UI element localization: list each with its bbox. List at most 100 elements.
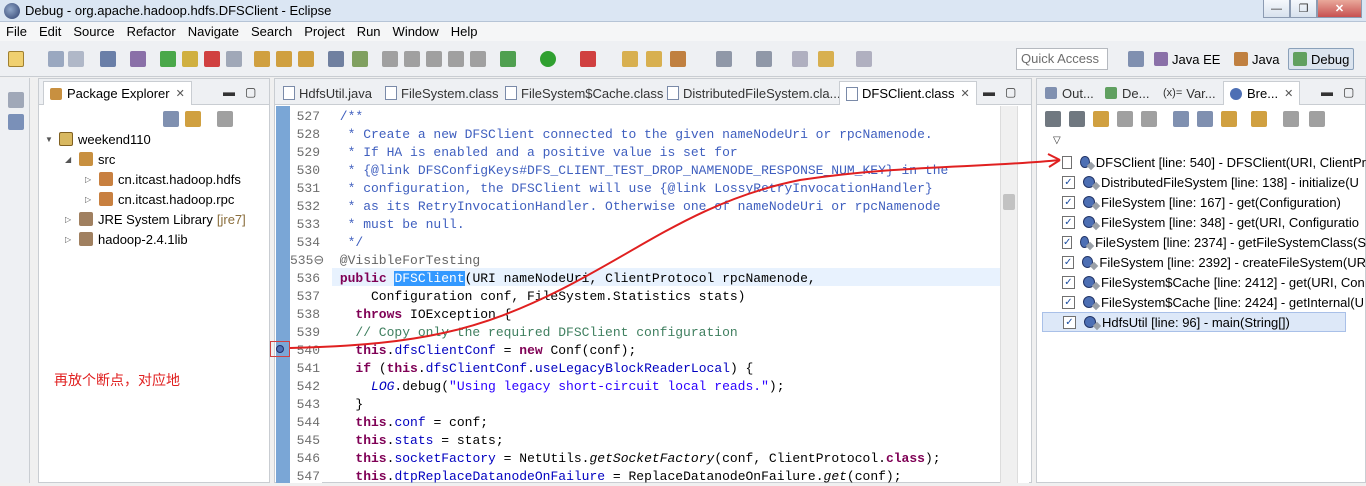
tool-icon[interactable] bbox=[1309, 111, 1325, 127]
menu-search[interactable]: Search bbox=[245, 24, 298, 39]
menu-navigate[interactable]: Navigate bbox=[182, 24, 245, 39]
view-dropdown-icon[interactable]: ▽ bbox=[1053, 135, 1061, 146]
editor-annotation-ruler[interactable] bbox=[276, 106, 290, 483]
tree-item-hadoop-lib[interactable]: ▷ hadoop-2.4.1lib bbox=[65, 229, 188, 249]
tree-item-project[interactable]: ▼ weekend110 bbox=[45, 129, 151, 149]
remove-breakpoint-icon[interactable] bbox=[1045, 111, 1061, 127]
code-line[interactable]: /** bbox=[332, 108, 363, 126]
expand-icon[interactable]: ▷ bbox=[85, 175, 95, 184]
external-tools-icon[interactable] bbox=[580, 51, 596, 67]
save-all-icon[interactable] bbox=[68, 51, 84, 67]
debug-icon[interactable] bbox=[500, 51, 516, 67]
terminate-icon[interactable] bbox=[204, 51, 220, 67]
editor-tab-filesystem[interactable]: FileSystem.class bbox=[379, 81, 505, 105]
collapse-all-icon[interactable] bbox=[1197, 111, 1213, 127]
menu-help[interactable]: Help bbox=[445, 24, 484, 39]
use-step-filters-icon[interactable] bbox=[352, 51, 368, 67]
maximize-icon[interactable]: ▢ bbox=[245, 85, 256, 99]
breakpoint-row[interactable]: ✓ FileSystem$Cache [line: 2412] - get(URI… bbox=[1062, 272, 1366, 292]
perspective-java-ee[interactable]: Java EE bbox=[1150, 48, 1224, 70]
code-line[interactable]: * as its RetryInvocationHandler. Otherwi… bbox=[332, 198, 941, 216]
breakpoint-row[interactable]: ✓ FileSystem [line: 2374] - getFileSystem… bbox=[1062, 232, 1366, 252]
breakpoint-row[interactable]: ✓ FileSystem [line: 348] - get(URI, Confi… bbox=[1062, 212, 1366, 232]
breakpoint-enabled-checkbox[interactable]: ✓ bbox=[1062, 175, 1075, 189]
tab-variables[interactable]: (x)= Var... bbox=[1157, 81, 1222, 105]
link-with-editor-icon[interactable] bbox=[185, 111, 201, 127]
close-icon[interactable]: ✕ bbox=[176, 87, 185, 100]
forward-icon[interactable] bbox=[856, 51, 872, 67]
maximize-icon[interactable]: ▢ bbox=[1343, 85, 1354, 99]
menu-project[interactable]: Project bbox=[298, 24, 350, 39]
save-icon[interactable] bbox=[48, 51, 64, 67]
view-menu-icon[interactable] bbox=[1283, 111, 1299, 127]
skip-breakpoints-icon[interactable] bbox=[130, 51, 146, 67]
tool-icon-2[interactable] bbox=[404, 51, 420, 67]
expand-icon[interactable]: ▷ bbox=[85, 195, 95, 204]
quick-access-input[interactable]: Quick Access bbox=[1016, 48, 1108, 70]
editor-tab-distributed-filesystem[interactable]: DistributedFileSystem.cla... bbox=[661, 81, 847, 105]
restore-icon[interactable] bbox=[8, 92, 24, 108]
code-line[interactable]: Configuration conf, FileSystem.Statistic… bbox=[332, 288, 745, 306]
expand-icon[interactable]: ▼ bbox=[45, 135, 55, 144]
menu-run[interactable]: Run bbox=[351, 24, 387, 39]
code-line[interactable]: this.stats = stats; bbox=[332, 432, 503, 450]
code-line[interactable]: * must be null. bbox=[332, 216, 465, 234]
code-line[interactable]: this.socketFactory = NetUtils.getSocketF… bbox=[332, 450, 940, 468]
code-line[interactable]: this.dfsClientConf = new Conf(conf); bbox=[332, 342, 636, 360]
maximize-icon[interactable]: ▢ bbox=[1005, 85, 1016, 99]
menu-window[interactable]: Window bbox=[387, 24, 445, 39]
close-button[interactable]: ✕ bbox=[1317, 0, 1362, 18]
new-icon[interactable] bbox=[8, 51, 24, 67]
open-type-icon[interactable] bbox=[622, 51, 638, 67]
tab-debug[interactable]: De... bbox=[1099, 81, 1155, 105]
breakpoint-enabled-checkbox[interactable]: ✓ bbox=[1062, 255, 1075, 269]
expand-icon[interactable]: ◢ bbox=[65, 155, 75, 164]
menu-source[interactable]: Source bbox=[67, 24, 120, 39]
java-exception-breakpoint-icon[interactable] bbox=[1251, 111, 1267, 127]
run-icon[interactable] bbox=[540, 51, 556, 67]
last-edit-icon[interactable] bbox=[792, 51, 808, 67]
code-line[interactable]: // Copy only the required DFSClient conf… bbox=[332, 324, 737, 342]
breakpoint-enabled-checkbox[interactable]: ✓ bbox=[1062, 215, 1075, 229]
perspective-debug[interactable]: Debug bbox=[1288, 48, 1355, 70]
expand-icon[interactable]: ▷ bbox=[65, 215, 75, 224]
code-line[interactable]: * Create a new DFSClient connected to th… bbox=[332, 126, 933, 144]
breakpoint-row[interactable]: DFSClient [line: 540] - DFSClient(URI, C… bbox=[1062, 152, 1366, 172]
code-line[interactable]: if (this.dfsClientConf.useLegacyBlockRea… bbox=[332, 360, 753, 378]
go-to-file-icon[interactable] bbox=[1117, 111, 1133, 127]
step-over-icon[interactable] bbox=[276, 51, 292, 67]
perspective-java[interactable]: Java bbox=[1230, 48, 1283, 70]
breakpoint-row[interactable]: ✓ FileSystem [line: 167] - get(Configurat… bbox=[1062, 192, 1366, 212]
editor-vertical-scrollbar[interactable] bbox=[1000, 106, 1017, 483]
breakpoint-row[interactable]: ✓ DistributedFileSystem [line: 138] - ini… bbox=[1062, 172, 1366, 192]
minimize-button[interactable]: — bbox=[1263, 0, 1290, 18]
code-area[interactable]: /** * Create a new DFSClient connected t… bbox=[332, 106, 1000, 483]
tab-breakpoints[interactable]: Bre... ✕ bbox=[1223, 81, 1301, 105]
open-task-icon[interactable] bbox=[646, 51, 662, 67]
menu-edit[interactable]: Edit bbox=[33, 24, 67, 39]
tool-icon[interactable] bbox=[382, 51, 398, 67]
code-line[interactable]: this.dtpReplaceDatanodeOnFailure = Repla… bbox=[332, 468, 901, 483]
tool-icon-4[interactable] bbox=[448, 51, 464, 67]
prev-annotation-icon[interactable] bbox=[756, 51, 772, 67]
maximize-button[interactable]: ❐ bbox=[1290, 0, 1317, 18]
code-line[interactable]: */ bbox=[332, 234, 364, 252]
tree-item-package-rpc[interactable]: ▷ cn.itcast.hadoop.rpc bbox=[85, 189, 234, 209]
code-line[interactable]: throws IOException { bbox=[332, 306, 511, 324]
code-line[interactable]: * configuration, the DFSClient will use … bbox=[332, 180, 933, 198]
tab-outline[interactable]: Out... bbox=[1039, 81, 1100, 105]
editor-tab-hdfsutil[interactable]: HdfsUtil.java bbox=[277, 81, 378, 105]
minimize-icon[interactable]: ▬ bbox=[1321, 85, 1333, 99]
breakpoint-enabled-checkbox[interactable]: ✓ bbox=[1062, 195, 1075, 209]
open-perspective-icon[interactable] bbox=[1128, 51, 1144, 67]
terminal-icon[interactable] bbox=[100, 51, 116, 67]
tree-item-src[interactable]: ◢ src bbox=[65, 149, 115, 169]
remove-all-breakpoints-icon[interactable] bbox=[1069, 111, 1085, 127]
breakpoint-enabled-checkbox[interactable]: ✓ bbox=[1062, 295, 1075, 309]
step-return-icon[interactable] bbox=[298, 51, 314, 67]
disconnect-icon[interactable] bbox=[226, 51, 242, 67]
step-into-icon[interactable] bbox=[254, 51, 270, 67]
breakpoint-enabled-checkbox[interactable] bbox=[1062, 155, 1073, 169]
tab-package-explorer[interactable]: Package Explorer ✕ bbox=[43, 81, 192, 105]
tool-icon-5[interactable] bbox=[470, 51, 486, 67]
